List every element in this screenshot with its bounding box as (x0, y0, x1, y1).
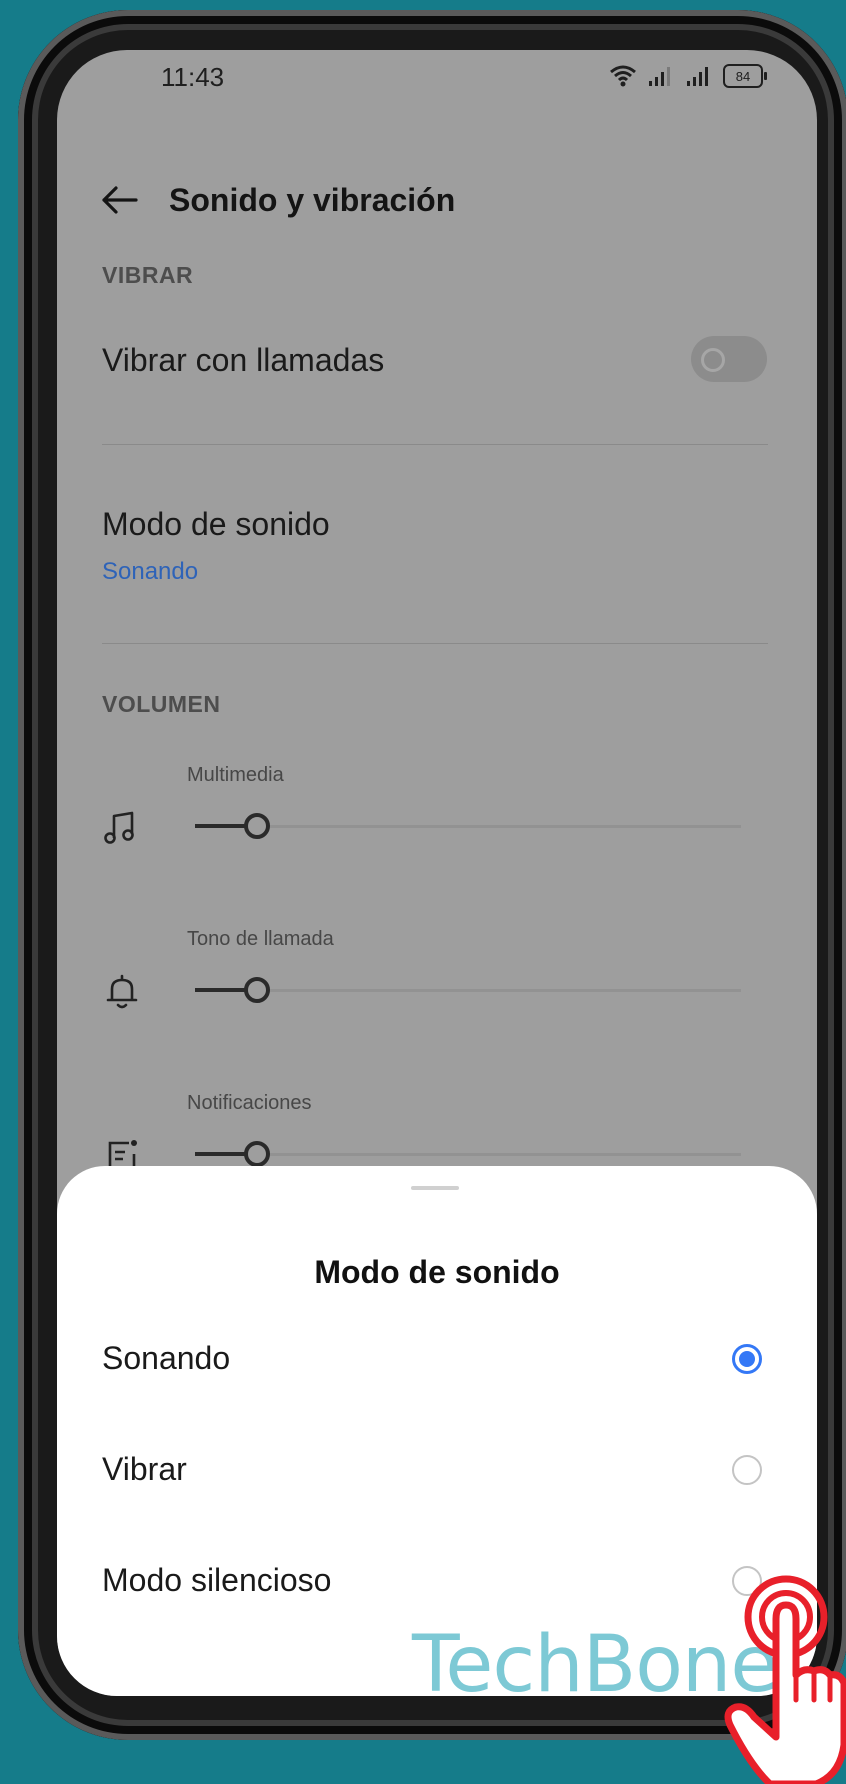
sound-mode-value: Sonando (102, 558, 199, 585)
phone-screen: 11:43 84 Sonido y vibración VIBRAR Vibra… (57, 50, 817, 1696)
option-silent[interactable]: Modo silencioso (57, 1542, 817, 1622)
section-label-volume: VOLUMEN (102, 691, 221, 717)
signal-icon (649, 67, 670, 86)
option-vibrate[interactable]: Vibrar (57, 1431, 817, 1511)
option-label: Sonando (102, 1340, 231, 1376)
sound-mode-title: Modo de sonido (102, 506, 330, 542)
sound-mode-sheet: Modo de sonido Sonando Vibrar Modo silen… (57, 1166, 817, 1696)
ringtone-slider-track[interactable] (195, 989, 741, 992)
vibrate-with-calls-label: Vibrar con llamadas (102, 342, 385, 378)
volume-label-notifications: Notificaciones (187, 1092, 312, 1114)
back-arrow-icon[interactable] (99, 180, 139, 220)
vibrate-with-calls-toggle[interactable] (691, 336, 767, 382)
section-label-vibrate: VIBRAR (102, 262, 194, 288)
signal-icon-2 (687, 67, 708, 86)
toggle-knob (701, 348, 725, 372)
radio-button[interactable] (732, 1455, 762, 1485)
tap-hand-icon (724, 1575, 846, 1784)
multimedia-slider-thumb[interactable] (244, 813, 270, 839)
wifi-icon (610, 65, 636, 87)
multimedia-slider-track[interactable] (195, 825, 741, 828)
battery-level: 84 (735, 68, 751, 84)
battery-icon: 84 (723, 64, 767, 88)
header: Sonido y vibración (99, 170, 455, 230)
volume-label-multimedia: Multimedia (187, 764, 284, 786)
page-title: Sonido y vibración (169, 181, 456, 218)
music-note-icon (104, 811, 134, 844)
status-time: 11:43 (161, 62, 225, 92)
bell-icon (106, 974, 138, 1009)
status-icons: 84 (609, 64, 767, 88)
radio-button[interactable] (732, 1344, 762, 1374)
option-ringing[interactable]: Sonando (57, 1320, 817, 1400)
sheet-title: Modo de sonido (314, 1254, 560, 1290)
divider (102, 643, 768, 644)
volume-label-ringtone: Tono de llamada (187, 928, 334, 950)
ringtone-slider-thumb[interactable] (244, 977, 270, 1003)
notifications-slider-track[interactable] (195, 1153, 741, 1156)
sheet-handle[interactable] (411, 1186, 459, 1190)
option-label: Modo silencioso (102, 1562, 332, 1598)
divider (102, 444, 768, 445)
option-label: Vibrar (102, 1451, 187, 1487)
notifications-slider-thumb[interactable] (244, 1141, 270, 1167)
status-bar: 11:43 84 (57, 50, 817, 110)
